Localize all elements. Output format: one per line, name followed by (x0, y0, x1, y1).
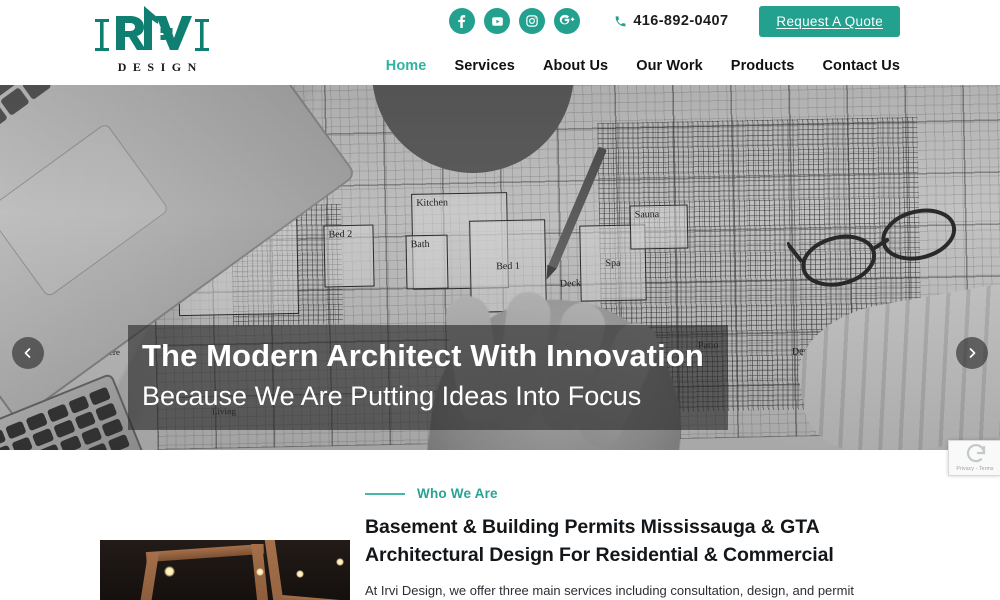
phone-number: 416-892-0407 (633, 13, 729, 29)
social-links (449, 8, 581, 34)
recaptcha-legal-text: Privacy - Terms (956, 466, 994, 472)
googleplus-icon[interactable] (554, 8, 581, 34)
about-eyebrow-label: Who We Are (417, 486, 498, 501)
chevron-right-icon (969, 348, 976, 358)
main-nav: Home Services About Us Our Work Products… (372, 58, 900, 74)
chevron-left-icon (24, 348, 31, 358)
hero-subtitle: Because We Are Putting Ideas Into Focus (142, 380, 642, 411)
nav-item-our-work[interactable]: Our Work (622, 58, 717, 74)
phone-icon (614, 15, 627, 28)
about-image (100, 540, 350, 600)
irvi-logo-icon (95, 6, 209, 51)
about-heading: Basement & Building Permits Mississauga … (365, 514, 900, 569)
blueprint-room-sauna: Sauna (629, 204, 689, 250)
nav-item-services[interactable]: Services (440, 58, 528, 74)
nav-item-about-us[interactable]: About Us (529, 58, 622, 74)
blueprint-room-bed2: Bed 2 (323, 224, 375, 288)
about-wrapper: Who We Are Basement & Building Permits M… (100, 486, 900, 600)
about-heading-line-2: Architectural Design For Residential & C… (365, 543, 834, 566)
about-heading-line-1: Basement & Building Permits Mississauga … (365, 516, 820, 538)
site-header: DESIGN 416-892-0407 Request A Quote Home… (0, 0, 1000, 85)
carousel-prev-button[interactable] (12, 337, 44, 369)
nav-item-contact-us[interactable]: Contact Us (808, 58, 900, 74)
request-quote-button[interactable]: Request A Quote (759, 5, 900, 37)
recaptcha-icon (966, 444, 986, 463)
about-body-part-1: At Irvi Design, we offer three main serv… (365, 583, 854, 599)
carousel-next-button[interactable] (956, 337, 988, 369)
nav-item-products[interactable]: Products (717, 58, 809, 74)
hero-carousel: Meals Kitchen Bed 2 Bath Bed 1 Spa Sauna… (0, 85, 1000, 450)
nav-item-home[interactable]: Home (372, 58, 441, 74)
eyebrow-dash-icon (365, 492, 405, 495)
recaptcha-badge[interactable]: Privacy - Terms (948, 440, 1000, 476)
blueprint-room-bath: Bath (405, 234, 449, 290)
instagram-icon[interactable] (519, 8, 546, 34)
about-section: Who We Are Basement & Building Permits M… (0, 450, 1000, 600)
header-utility-bar: 416-892-0407 Request A Quote (449, 5, 900, 37)
phone-link[interactable]: 416-892-0407 (614, 13, 728, 29)
site-logo[interactable]: DESIGN (92, 2, 222, 82)
about-text-block: Basement & Building Permits Mississauga … (350, 514, 900, 600)
logo-mark (92, 2, 222, 58)
about-grid: Basement & Building Permits Mississauga … (100, 514, 900, 600)
about-body: At Irvi Design, we offer three main serv… (365, 580, 900, 600)
about-eyebrow: Who We Are (365, 486, 900, 501)
youtube-icon[interactable] (484, 8, 511, 34)
logo-subtitle: DESIGN (117, 60, 203, 74)
facebook-icon[interactable] (449, 8, 476, 34)
hero-title: The Modern Architect With Innovation (142, 338, 704, 373)
page-root: DESIGN 416-892-0407 Request A Quote Home… (0, 0, 1000, 600)
hero-caption: The Modern Architect With Innovation Bec… (128, 325, 728, 430)
